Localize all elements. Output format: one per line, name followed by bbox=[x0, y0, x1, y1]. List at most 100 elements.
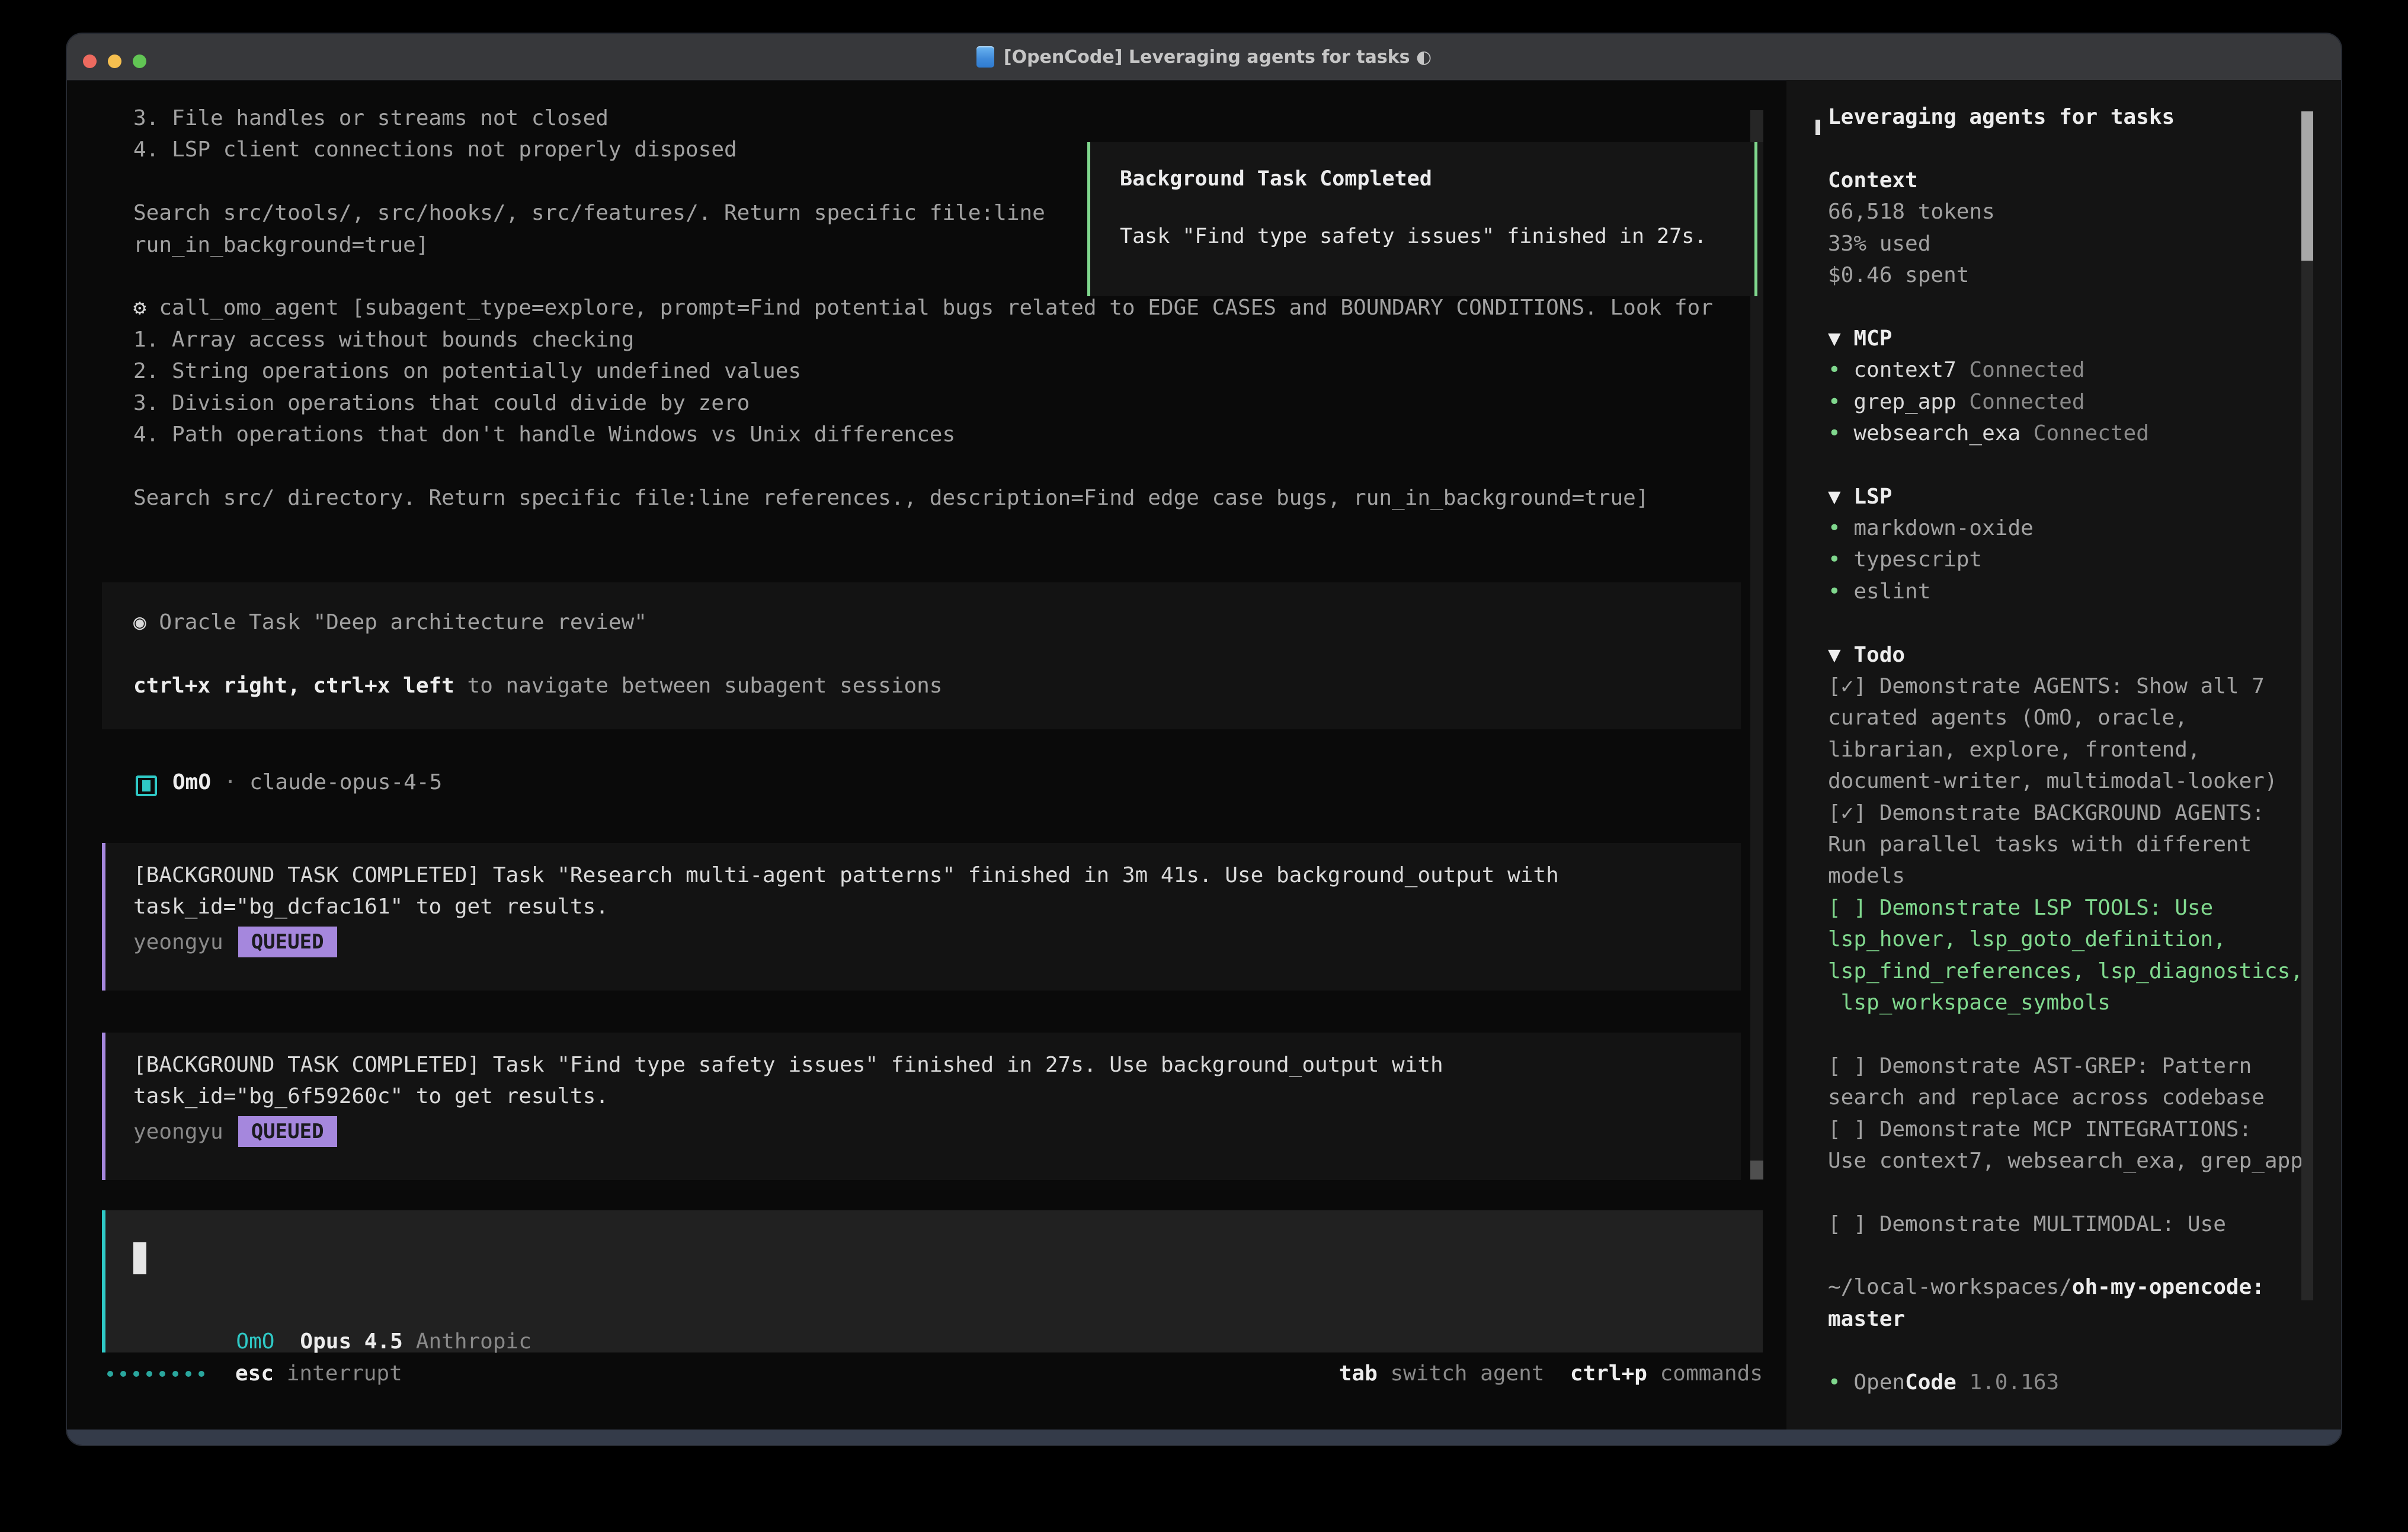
text-line: curated agents (OmO, oracle, bbox=[1828, 706, 2302, 737]
text-line: [ ] Demonstrate MULTIMODAL: Use bbox=[1828, 1212, 2302, 1243]
document-icon bbox=[976, 46, 994, 68]
background-task-footer: yeongyu QUEUED bbox=[133, 1116, 1741, 1148]
window-titlebar[interactable]: [OpenCode] Leveraging agents for tasks ◐ bbox=[67, 34, 2341, 81]
text-run: grep_app bbox=[1853, 390, 1956, 414]
task-author: yeongyu bbox=[133, 930, 223, 954]
main-scrollbar-track[interactable] bbox=[1750, 142, 1763, 1180]
text-line[interactable]: ▼ Todo bbox=[1828, 643, 2302, 674]
background-task-footer: yeongyu QUEUED bbox=[133, 927, 1741, 958]
window-title: [OpenCode] Leveraging agents for tasks ◐ bbox=[976, 46, 1432, 68]
text-run: ⚙ bbox=[133, 296, 159, 320]
text-run: to navigate between subagent sessions bbox=[454, 674, 943, 698]
text-run: 3. Division operations that could divide… bbox=[133, 391, 750, 415]
text-line: search and replace across codebase bbox=[1828, 1085, 2302, 1117]
text-run: claude-opus-4-5 bbox=[249, 770, 442, 794]
model-agent-label: OmO bbox=[236, 1329, 274, 1354]
main-scrollbar-thumb[interactable] bbox=[1750, 1161, 1763, 1180]
window-footer-bar bbox=[67, 1430, 2341, 1445]
text-line: 66,518 tokens bbox=[1828, 200, 2302, 231]
text-run: 33% used bbox=[1828, 232, 1930, 256]
text-run: task_id="bg_dcfac161" to get results. bbox=[133, 895, 609, 919]
status-right: tab switch agent ctrl+p commands bbox=[1339, 1361, 1763, 1386]
prompt-input[interactable]: OmOOpus 4.5Anthropic bbox=[102, 1210, 1763, 1352]
text-line bbox=[1828, 1243, 2302, 1275]
commands-key-hint: ctrl+p bbox=[1570, 1361, 1647, 1386]
text-run: • bbox=[1828, 358, 1853, 382]
text-run: lsp_hover, lsp_goto_definition, bbox=[1828, 927, 2226, 951]
text-line: [✓] Demonstrate AGENTS: Show all 7 bbox=[1828, 674, 2302, 706]
text-line: Run parallel tasks with different bbox=[1828, 832, 2302, 864]
text-run: Context bbox=[1828, 168, 1918, 193]
text-run: [ ] Demonstrate LSP TOOLS: Use bbox=[1828, 896, 2213, 920]
text-line: document-writer, multimodal-looker) bbox=[1828, 769, 2302, 800]
text-line: • OpenCode 1.0.163 bbox=[1828, 1370, 2302, 1402]
text-line bbox=[1828, 1022, 2302, 1053]
text-run: • bbox=[1828, 390, 1853, 414]
spinner-dot bbox=[198, 1371, 204, 1377]
text-run: Code bbox=[1905, 1370, 1956, 1395]
text-run: call_omo_agent [subagent_type=explore, p… bbox=[159, 296, 1713, 320]
text-run: Use context7, websearch_exa, grep_app bbox=[1828, 1149, 2303, 1173]
text-run: ▼ LSP bbox=[1828, 485, 1892, 509]
text-run: $0.46 spent bbox=[1828, 263, 1969, 287]
esc-key-label: interrupt bbox=[274, 1361, 402, 1386]
spinner-icon bbox=[107, 1371, 204, 1377]
text-run: Run parallel tasks with different bbox=[1828, 832, 2252, 857]
text-line[interactable]: ▼ MCP bbox=[1828, 326, 2302, 358]
text-line: 2. String operations on potentially unde… bbox=[133, 359, 1757, 390]
spinner-dot bbox=[107, 1371, 113, 1377]
text-line: [✓] Demonstrate BACKGROUND AGENTS: bbox=[1828, 801, 2302, 832]
text-run: [ ] Demonstrate AST-GREP: Pattern bbox=[1828, 1054, 2252, 1078]
text-run: 3. File handles or streams not closed bbox=[133, 106, 609, 130]
text-run: OmO bbox=[172, 770, 211, 794]
toast-notification: Background Task Completed Task "Find typ… bbox=[1087, 142, 1757, 296]
text-line: Search src/ directory. Return specific f… bbox=[133, 486, 1757, 517]
text-run: • bbox=[1828, 579, 1853, 604]
text-line: 4. Path operations that don't handle Win… bbox=[133, 422, 1757, 454]
text-run: ▼ Todo bbox=[1828, 643, 1905, 667]
text-line: lsp_hover, lsp_goto_definition, bbox=[1828, 927, 2302, 959]
text-run: [BACKGROUND TASK COMPLETED] Task "Resear… bbox=[133, 863, 1559, 887]
close-button[interactable] bbox=[83, 55, 97, 68]
text-run: curated agents (OmO, oracle, bbox=[1828, 706, 2188, 730]
text-run: • bbox=[1828, 516, 1853, 540]
background-task-text: [BACKGROUND TASK COMPLETED] Task "Find t… bbox=[133, 1053, 1741, 1116]
spinner-dot bbox=[146, 1371, 152, 1377]
text-run: lsp_find_references, lsp_diagnostics, bbox=[1828, 959, 2303, 983]
text-line: $0.46 spent bbox=[1828, 263, 2302, 294]
text-run: ~/local-workspaces/ bbox=[1828, 1275, 2072, 1299]
zoom-button[interactable] bbox=[133, 55, 146, 68]
window-title-text: [OpenCode] Leveraging agents for tasks ◐ bbox=[1004, 47, 1432, 68]
text-line: ◉ Oracle Task "Deep architecture review" bbox=[133, 610, 1741, 642]
status-bar: esc interrupt tab switch agent ctrl+p co… bbox=[107, 1361, 1763, 1386]
sidebar-scrollbar-track[interactable] bbox=[2301, 261, 2313, 1300]
text-run: 4. LSP client connections not properly d… bbox=[133, 137, 737, 162]
text-line bbox=[1828, 136, 2302, 168]
text-line: task_id="bg_dcfac161" to get results. bbox=[133, 895, 1741, 926]
text-line: [ ] Demonstrate LSP TOOLS: Use bbox=[1828, 896, 2302, 927]
sidebar-scrollbar-thumb[interactable] bbox=[2301, 111, 2313, 261]
minimize-button[interactable] bbox=[108, 55, 121, 68]
text-line: Use context7, websearch_exa, grep_app bbox=[1828, 1149, 2302, 1180]
text-run: models bbox=[1828, 864, 1905, 888]
background-task-message: [BACKGROUND TASK COMPLETED] Task "Find t… bbox=[102, 1033, 1741, 1180]
main-scrollbar-segment[interactable] bbox=[1750, 110, 1763, 142]
text-line: • eslint bbox=[1828, 579, 2302, 611]
text-run: • bbox=[1828, 547, 1853, 572]
spinner-dot bbox=[159, 1371, 165, 1377]
text-run: lsp_workspace_symbols bbox=[1828, 991, 2111, 1015]
text-line: 3. Division operations that could divide… bbox=[133, 391, 1757, 422]
text-run: ctrl+x right, ctrl+x left bbox=[133, 674, 454, 698]
toast-title: Background Task Completed bbox=[1120, 167, 1725, 191]
text-run: ◉ bbox=[133, 610, 159, 634]
text-line[interactable]: ▼ LSP bbox=[1828, 485, 2302, 516]
text-run: [BACKGROUND TASK COMPLETED] Task "Find t… bbox=[133, 1053, 1443, 1077]
text-line: ~/local-workspaces/oh-my-opencode: bbox=[1828, 1275, 2302, 1306]
text-line: lsp_find_references, lsp_diagnostics, bbox=[1828, 959, 2302, 991]
text-run: Connected bbox=[1956, 390, 2085, 414]
text-run: • bbox=[1828, 421, 1853, 446]
sidebar-content: Leveraging agents for tasks Context66,51… bbox=[1828, 105, 2302, 1402]
spinner-dot bbox=[133, 1371, 139, 1377]
text-line: [BACKGROUND TASK COMPLETED] Task "Resear… bbox=[133, 863, 1741, 895]
text-run: typescript bbox=[1853, 547, 1982, 572]
